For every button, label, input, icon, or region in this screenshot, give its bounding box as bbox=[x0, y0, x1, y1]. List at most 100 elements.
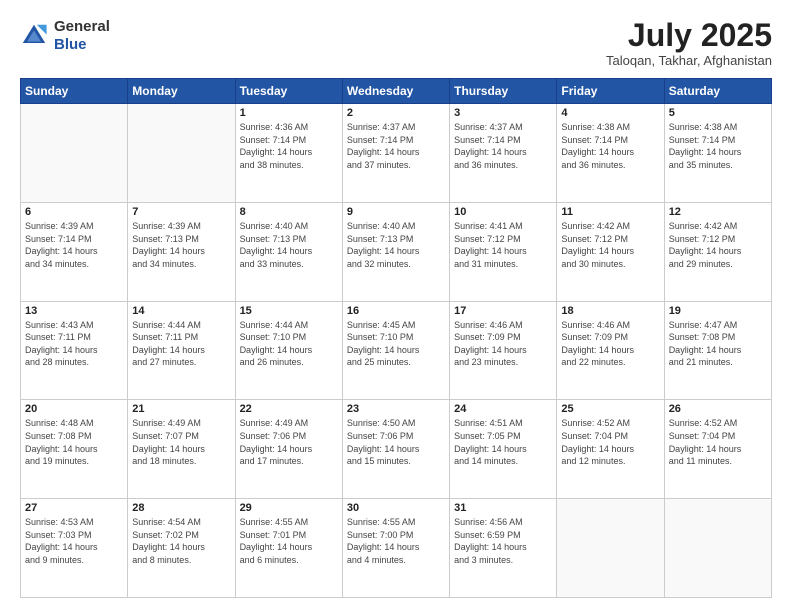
day-info: Sunrise: 4:55 AM Sunset: 7:01 PM Dayligh… bbox=[240, 516, 338, 566]
logo-general: General bbox=[54, 18, 110, 35]
weekday-header: Sunday bbox=[21, 79, 128, 104]
day-number: 22 bbox=[240, 403, 338, 415]
day-info: Sunrise: 4:41 AM Sunset: 7:12 PM Dayligh… bbox=[454, 220, 552, 270]
calendar-cell: 30 Sunrise: 4:55 AM Sunset: 7:00 PM Dayli… bbox=[342, 499, 449, 598]
calendar-cell bbox=[21, 104, 128, 203]
day-info: Sunrise: 4:36 AM Sunset: 7:14 PM Dayligh… bbox=[240, 121, 338, 171]
day-number: 4 bbox=[561, 107, 659, 119]
day-info: Sunrise: 4:42 AM Sunset: 7:12 PM Dayligh… bbox=[561, 220, 659, 270]
day-info: Sunrise: 4:51 AM Sunset: 7:05 PM Dayligh… bbox=[454, 417, 552, 467]
day-info: Sunrise: 4:44 AM Sunset: 7:11 PM Dayligh… bbox=[132, 319, 230, 369]
day-info: Sunrise: 4:37 AM Sunset: 7:14 PM Dayligh… bbox=[347, 121, 445, 171]
weekday-header: Tuesday bbox=[235, 79, 342, 104]
title-block: July 2025 Taloqan, Takhar, Afghanistan bbox=[606, 18, 772, 68]
day-number: 11 bbox=[561, 206, 659, 218]
weekday-header-row: SundayMondayTuesdayWednesdayThursdayFrid… bbox=[21, 79, 772, 104]
calendar-table: SundayMondayTuesdayWednesdayThursdayFrid… bbox=[20, 78, 772, 598]
day-number: 23 bbox=[347, 403, 445, 415]
calendar-cell: 21 Sunrise: 4:49 AM Sunset: 7:07 PM Dayli… bbox=[128, 400, 235, 499]
day-info: Sunrise: 4:56 AM Sunset: 6:59 PM Dayligh… bbox=[454, 516, 552, 566]
day-info: Sunrise: 4:47 AM Sunset: 7:08 PM Dayligh… bbox=[669, 319, 767, 369]
calendar-cell: 31 Sunrise: 4:56 AM Sunset: 6:59 PM Dayli… bbox=[450, 499, 557, 598]
calendar-cell: 23 Sunrise: 4:50 AM Sunset: 7:06 PM Dayli… bbox=[342, 400, 449, 499]
location: Taloqan, Takhar, Afghanistan bbox=[606, 53, 772, 68]
day-number: 15 bbox=[240, 305, 338, 317]
header: General Blue July 2025 Taloqan, Takhar, … bbox=[20, 18, 772, 68]
calendar-cell: 22Sunrise: 4:49 AM Sunset: 7:06 PM Dayli… bbox=[235, 400, 342, 499]
day-number: 19 bbox=[669, 305, 767, 317]
calendar-cell: 2 Sunrise: 4:37 AM Sunset: 7:14 PM Daylig… bbox=[342, 104, 449, 203]
calendar-cell: 1Sunrise: 4:36 AM Sunset: 7:14 PM Daylig… bbox=[235, 104, 342, 203]
calendar-cell: 15 Sunrise: 4:44 AM Sunset: 7:10 PM Dayli… bbox=[235, 301, 342, 400]
logo-text: General Blue bbox=[54, 18, 110, 54]
weekday-header: Friday bbox=[557, 79, 664, 104]
logo: General Blue bbox=[20, 18, 110, 54]
day-info: Sunrise: 4:49 AM Sunset: 7:07 PM Dayligh… bbox=[132, 417, 230, 467]
calendar-cell bbox=[664, 499, 771, 598]
day-info: Sunrise: 4:54 AM Sunset: 7:02 PM Dayligh… bbox=[132, 516, 230, 566]
calendar-cell bbox=[557, 499, 664, 598]
day-number: 7 bbox=[132, 206, 230, 218]
day-number: 27 bbox=[25, 502, 123, 514]
day-info: Sunrise: 4:53 AM Sunset: 7:03 PM Dayligh… bbox=[25, 516, 123, 566]
day-number: 9 bbox=[347, 206, 445, 218]
day-number: 14 bbox=[132, 305, 230, 317]
calendar-week-row: 1Sunrise: 4:36 AM Sunset: 7:14 PM Daylig… bbox=[21, 104, 772, 203]
day-info: Sunrise: 4:39 AM Sunset: 7:14 PM Dayligh… bbox=[25, 220, 123, 270]
day-number: 10 bbox=[454, 206, 552, 218]
day-number: 20 bbox=[25, 403, 123, 415]
day-info: Sunrise: 4:55 AM Sunset: 7:00 PM Dayligh… bbox=[347, 516, 445, 566]
day-number: 5 bbox=[669, 107, 767, 119]
day-number: 31 bbox=[454, 502, 552, 514]
day-number: 12 bbox=[669, 206, 767, 218]
calendar-cell: 6Sunrise: 4:39 AM Sunset: 7:14 PM Daylig… bbox=[21, 202, 128, 301]
calendar-cell: 17Sunrise: 4:46 AM Sunset: 7:09 PM Dayli… bbox=[450, 301, 557, 400]
calendar-cell: 20Sunrise: 4:48 AM Sunset: 7:08 PM Dayli… bbox=[21, 400, 128, 499]
month-title: July 2025 bbox=[606, 18, 772, 53]
calendar-week-row: 20Sunrise: 4:48 AM Sunset: 7:08 PM Dayli… bbox=[21, 400, 772, 499]
calendar-cell: 16 Sunrise: 4:45 AM Sunset: 7:10 PM Dayli… bbox=[342, 301, 449, 400]
calendar-cell: 29Sunrise: 4:55 AM Sunset: 7:01 PM Dayli… bbox=[235, 499, 342, 598]
day-info: Sunrise: 4:50 AM Sunset: 7:06 PM Dayligh… bbox=[347, 417, 445, 467]
day-info: Sunrise: 4:38 AM Sunset: 7:14 PM Dayligh… bbox=[561, 121, 659, 171]
calendar-week-row: 13Sunrise: 4:43 AM Sunset: 7:11 PM Dayli… bbox=[21, 301, 772, 400]
day-number: 13 bbox=[25, 305, 123, 317]
day-info: Sunrise: 4:40 AM Sunset: 7:13 PM Dayligh… bbox=[240, 220, 338, 270]
logo-blue: Blue bbox=[54, 36, 87, 53]
day-number: 26 bbox=[669, 403, 767, 415]
calendar-cell: 7Sunrise: 4:39 AM Sunset: 7:13 PM Daylig… bbox=[128, 202, 235, 301]
calendar-cell: 10 Sunrise: 4:41 AM Sunset: 7:12 PM Dayli… bbox=[450, 202, 557, 301]
day-number: 25 bbox=[561, 403, 659, 415]
page: General Blue July 2025 Taloqan, Takhar, … bbox=[0, 0, 792, 612]
day-number: 16 bbox=[347, 305, 445, 317]
calendar-cell: 26Sunrise: 4:52 AM Sunset: 7:04 PM Dayli… bbox=[664, 400, 771, 499]
day-info: Sunrise: 4:46 AM Sunset: 7:09 PM Dayligh… bbox=[561, 319, 659, 369]
day-info: Sunrise: 4:44 AM Sunset: 7:10 PM Dayligh… bbox=[240, 319, 338, 369]
day-number: 21 bbox=[132, 403, 230, 415]
weekday-header: Monday bbox=[128, 79, 235, 104]
calendar-cell: 4 Sunrise: 4:38 AM Sunset: 7:14 PM Daylig… bbox=[557, 104, 664, 203]
day-info: Sunrise: 4:45 AM Sunset: 7:10 PM Dayligh… bbox=[347, 319, 445, 369]
calendar-cell: 5Sunrise: 4:38 AM Sunset: 7:14 PM Daylig… bbox=[664, 104, 771, 203]
calendar-cell bbox=[128, 104, 235, 203]
calendar-cell: 27 Sunrise: 4:53 AM Sunset: 7:03 PM Dayli… bbox=[21, 499, 128, 598]
calendar-cell: 9 Sunrise: 4:40 AM Sunset: 7:13 PM Daylig… bbox=[342, 202, 449, 301]
calendar-cell: 14 Sunrise: 4:44 AM Sunset: 7:11 PM Dayli… bbox=[128, 301, 235, 400]
day-info: Sunrise: 4:37 AM Sunset: 7:14 PM Dayligh… bbox=[454, 121, 552, 171]
calendar-cell: 3Sunrise: 4:37 AM Sunset: 7:14 PM Daylig… bbox=[450, 104, 557, 203]
day-info: Sunrise: 4:40 AM Sunset: 7:13 PM Dayligh… bbox=[347, 220, 445, 270]
calendar-cell: 18 Sunrise: 4:46 AM Sunset: 7:09 PM Dayli… bbox=[557, 301, 664, 400]
day-number: 2 bbox=[347, 107, 445, 119]
calendar-cell: 11 Sunrise: 4:42 AM Sunset: 7:12 PM Dayli… bbox=[557, 202, 664, 301]
day-info: Sunrise: 4:52 AM Sunset: 7:04 PM Dayligh… bbox=[561, 417, 659, 467]
calendar-cell: 13Sunrise: 4:43 AM Sunset: 7:11 PM Dayli… bbox=[21, 301, 128, 400]
day-number: 24 bbox=[454, 403, 552, 415]
weekday-header: Wednesday bbox=[342, 79, 449, 104]
day-number: 18 bbox=[561, 305, 659, 317]
day-info: Sunrise: 4:42 AM Sunset: 7:12 PM Dayligh… bbox=[669, 220, 767, 270]
day-number: 30 bbox=[347, 502, 445, 514]
weekday-header: Thursday bbox=[450, 79, 557, 104]
calendar-week-row: 6Sunrise: 4:39 AM Sunset: 7:14 PM Daylig… bbox=[21, 202, 772, 301]
day-number: 17 bbox=[454, 305, 552, 317]
calendar-cell: 19 Sunrise: 4:47 AM Sunset: 7:08 PM Dayli… bbox=[664, 301, 771, 400]
